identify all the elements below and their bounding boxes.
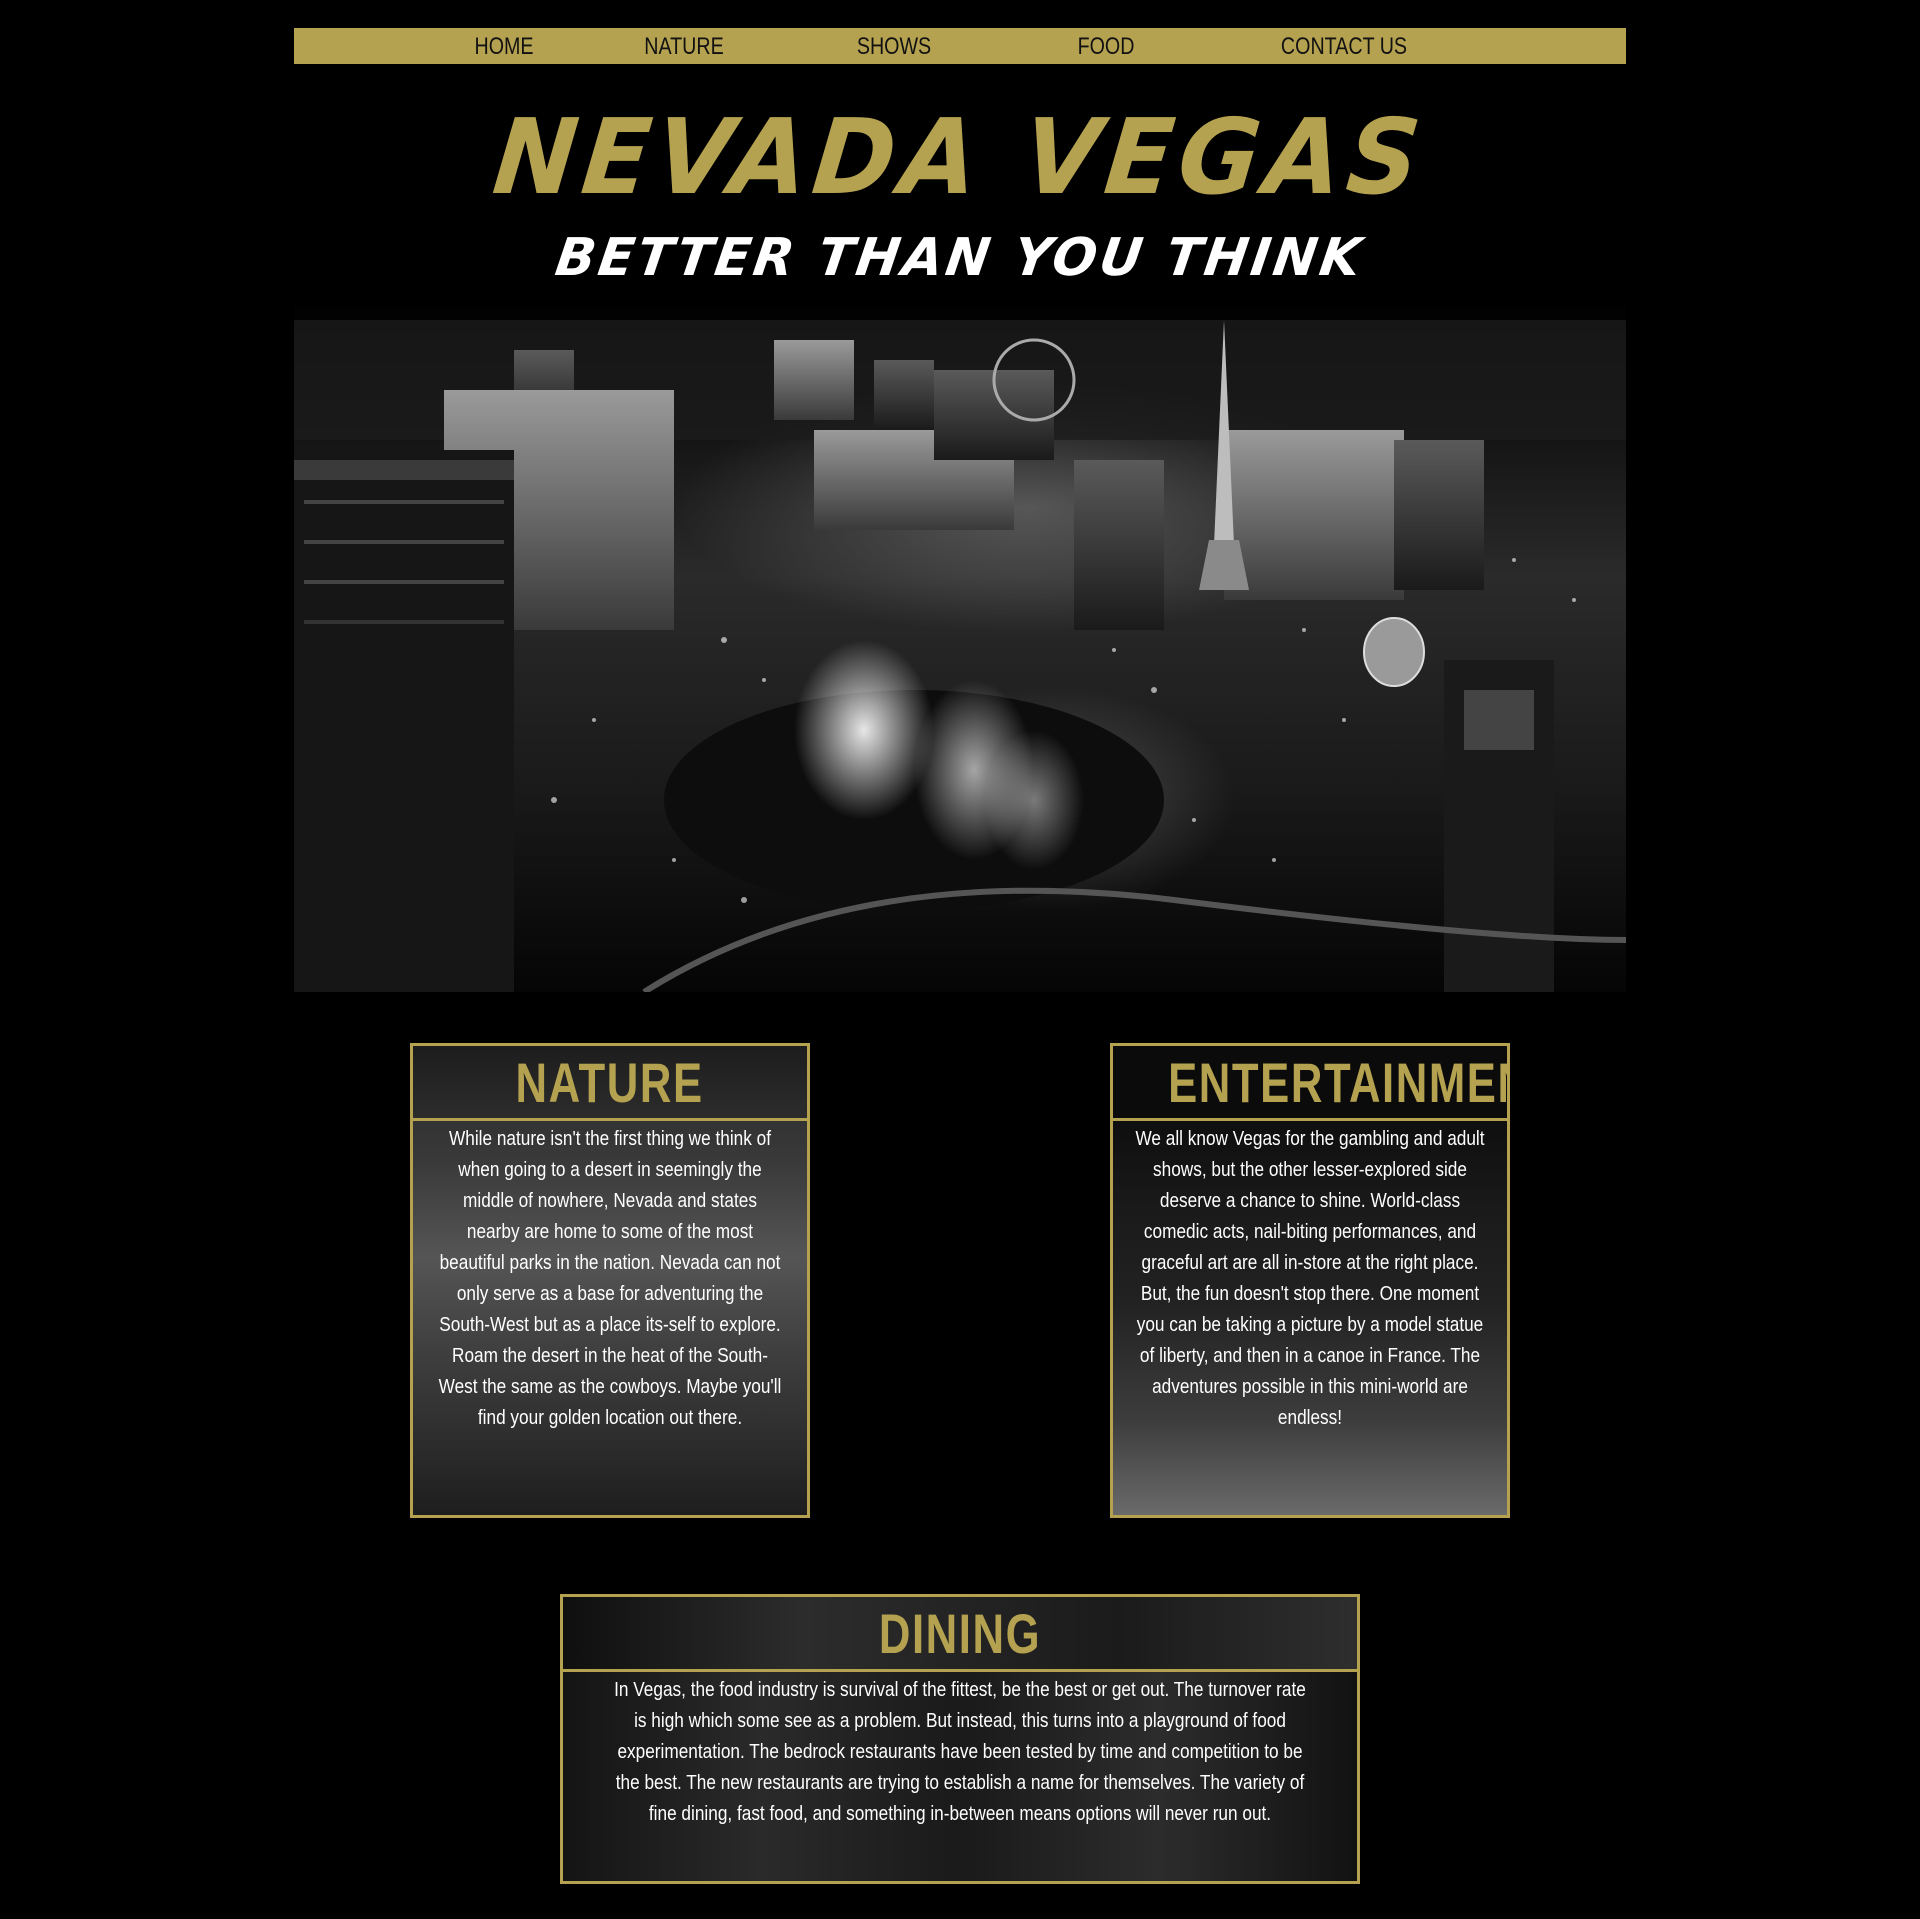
entertainment-card-body: We all know Vegas for the gambling and a… <box>1113 1121 1507 1515</box>
dining-card-title: DINING <box>878 1602 1042 1665</box>
site-subtitle-text: BETTER THAN YOU THINK <box>552 228 1368 288</box>
entertainment-card-text: We all know Vegas for the gambling and a… <box>1135 1127 1485 1429</box>
nav-shows-link[interactable]: SHOWS <box>849 28 939 64</box>
dining-card: DINING In Vegas, the food industry is su… <box>560 1594 1360 1884</box>
site-title: NEVADA VEGAS <box>0 96 1920 218</box>
nature-card-title: NATURE <box>515 1051 705 1114</box>
dining-card-text: In Vegas, the food industry is survival … <box>614 1678 1306 1825</box>
nav-nature-link[interactable]: NATURE <box>635 28 733 64</box>
entertainment-card-header: ENTERTAINMENT <box>1113 1046 1507 1121</box>
nature-card-header: NATURE <box>413 1046 807 1121</box>
hero-cityscape-image <box>294 300 1626 992</box>
dining-card-body: In Vegas, the food industry is survival … <box>563 1672 1357 1881</box>
nav-home-link[interactable]: HOME <box>463 28 545 64</box>
dining-card-header: DINING <box>563 1597 1357 1672</box>
entertainment-card-title: ENTERTAINMENT <box>1168 1051 1507 1114</box>
site-subtitle: BETTER THAN YOU THINK <box>0 228 1920 288</box>
site-title-text: NEVADA VEGAS <box>488 96 1432 218</box>
main-nav: HOME NATURE SHOWS FOOD CONTACT US <box>294 28 1626 64</box>
cityscape-illustration <box>294 320 1626 992</box>
nav-contact-link[interactable]: CONTACT US <box>1270 28 1418 64</box>
nature-card-text: While nature isn't the first thing we th… <box>438 1127 782 1429</box>
nature-card: NATURE While nature isn't the first thin… <box>410 1043 810 1518</box>
nav-food-link[interactable]: FOOD <box>1065 28 1147 64</box>
entertainment-card: ENTERTAINMENT We all know Vegas for the … <box>1110 1043 1510 1518</box>
nature-card-body: While nature isn't the first thing we th… <box>413 1121 807 1515</box>
